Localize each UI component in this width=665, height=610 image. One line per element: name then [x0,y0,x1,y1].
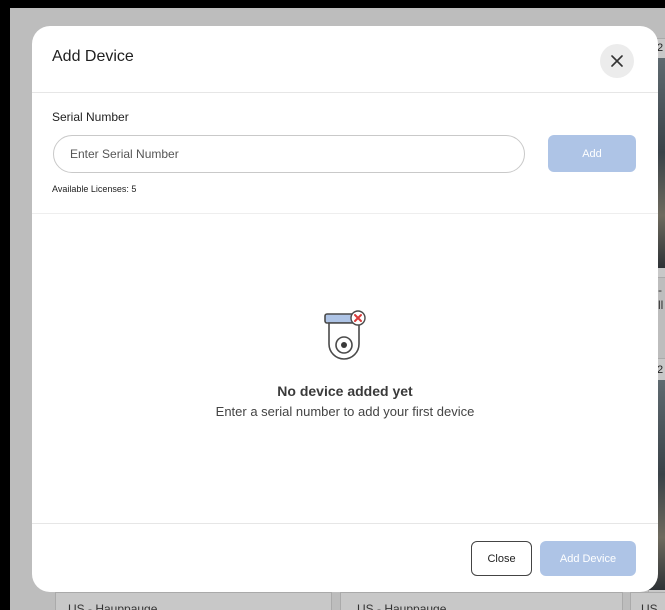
close-icon [611,55,623,67]
background-card-location: US - Hauppauge [68,602,158,610]
background-card-location: US [641,602,658,610]
background-text-fragment: ll [658,298,664,312]
dialog-header: Add Device [32,26,658,93]
serial-number-input[interactable] [53,135,525,173]
add-device-dialog: Add Device Serial Number Add Available L… [32,26,658,592]
dialog-title: Add Device [52,48,134,65]
serial-number-label: Serial Number [52,110,129,124]
footer-divider [32,523,658,524]
background-card-location: US - Hauppauge [357,602,447,610]
dialog-close-button[interactable] [600,44,634,78]
background-text-fragment: - [658,283,662,297]
empty-state: No device added yet Enter a serial numbe… [32,310,658,419]
available-licenses-text: Available Licenses: 5 [52,184,137,194]
close-button[interactable]: Close [471,541,532,576]
empty-state-subtitle: Enter a serial number to add your first … [215,404,475,419]
empty-state-title: No device added yet [277,383,413,399]
add-device-button[interactable]: Add Device [540,541,636,576]
camera-error-icon [324,310,366,360]
add-button[interactable]: Add [548,135,636,172]
divider [32,213,658,214]
